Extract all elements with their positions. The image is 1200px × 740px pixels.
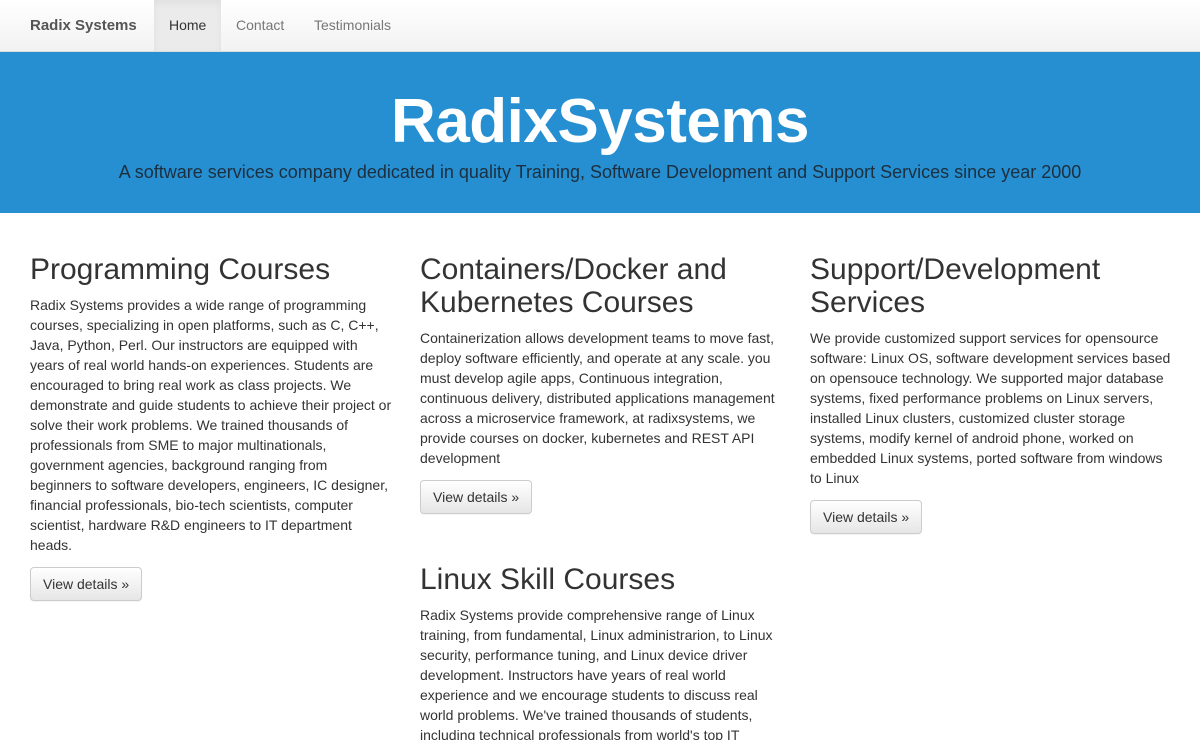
- linux-courses-text: Radix Systems provide comprehensive rang…: [420, 607, 773, 740]
- nav-item-home[interactable]: Home: [154, 0, 222, 51]
- containers-courses-section: Containers/Docker and Kubernetes Courses…: [420, 253, 782, 514]
- navbar-brand[interactable]: Radix Systems: [30, 0, 137, 52]
- programming-courses-section: Programming Courses Radix Systems provid…: [30, 253, 392, 601]
- support-services-section: Support/Development Services We provide …: [810, 253, 1172, 534]
- hero-title: RadixSystems: [391, 87, 809, 156]
- hero-banner: RadixSystems A software services company…: [0, 52, 1200, 213]
- programming-courses-title: Programming Courses: [30, 253, 331, 286]
- containers-courses-text: Containerization allows development team…: [420, 330, 775, 466]
- programming-view-details-button[interactable]: View details »: [30, 567, 143, 601]
- nav-item-testimonials[interactable]: Testimonials: [299, 0, 406, 51]
- linux-courses-title: Linux Skill Courses: [420, 563, 676, 596]
- top-navbar: Radix Systems Home Contact Testimonials: [0, 0, 1200, 52]
- support-services-text: We provide customized support services f…: [810, 330, 1171, 486]
- nav-item-contact[interactable]: Contact: [221, 0, 299, 51]
- linux-courses-section: Linux Skill Courses Radix Systems provid…: [420, 563, 782, 740]
- programming-courses-text: Radix Systems provides a wide range of p…: [30, 297, 392, 553]
- hero-subtitle: A software services company dedicated in…: [118, 162, 1082, 182]
- support-view-details-button[interactable]: View details »: [810, 500, 923, 534]
- support-services-title: Support/Development Services: [810, 253, 1101, 319]
- containers-courses-title: Containers/Docker and Kubernetes Courses: [420, 253, 727, 319]
- containers-view-details-button[interactable]: View details »: [420, 480, 533, 514]
